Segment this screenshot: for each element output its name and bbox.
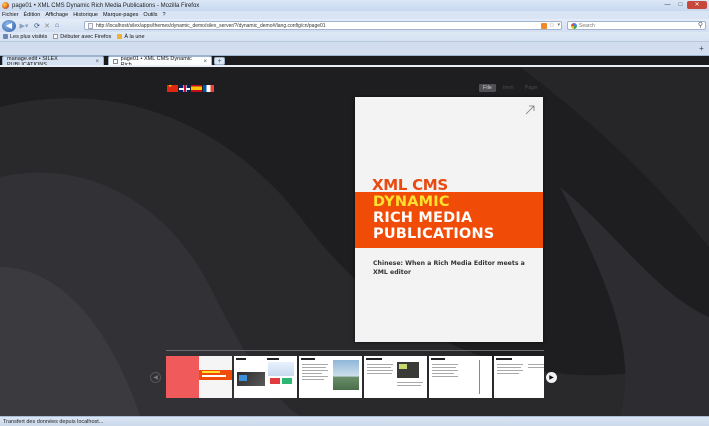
menu-history[interactable]: Historique — [73, 12, 98, 18]
thumbnail-page-04[interactable] — [364, 356, 427, 398]
view-mode-page[interactable]: Page — [521, 84, 542, 92]
tab-close-icon[interactable]: × — [95, 59, 99, 65]
back-button[interactable]: ◀ — [2, 19, 16, 32]
close-icon[interactable]: ✕ — [687, 1, 707, 9]
title-line-dynamic: DYNAMIC — [373, 194, 450, 210]
view-mode-switcher: File Item Page — [479, 84, 541, 92]
uk-flag-icon[interactable] — [179, 85, 190, 92]
menu-bookmarks[interactable]: Marque-pages — [103, 12, 138, 18]
forward-button[interactable]: ▶▾ — [16, 21, 32, 30]
window-title: page01 • XML CMS Dynamic Rich Media Publ… — [12, 2, 200, 9]
stop-icon[interactable]: ✕ — [42, 21, 52, 31]
maximize-icon[interactable]: □ — [674, 1, 687, 9]
thumbnail-cover — [199, 356, 232, 398]
bookmark-most-visited[interactable]: Les plus visités — [3, 34, 47, 40]
minimize-icon[interactable]: — — [661, 1, 674, 9]
firefox-logo-icon — [2, 2, 9, 9]
menu-edit[interactable]: Édition — [24, 12, 41, 18]
title-line-publications: PUBLICATIONS — [373, 226, 495, 242]
previous-page-button[interactable]: ◀ — [150, 372, 161, 383]
thumbnail-page-01[interactable] — [166, 356, 232, 398]
next-page-button[interactable]: ▶ — [546, 372, 557, 383]
search-input[interactable] — [579, 22, 689, 29]
thumbnail-page-03[interactable] — [299, 356, 362, 398]
thumbnail-divider — [166, 350, 544, 351]
thumbnail-page-05[interactable] — [429, 356, 492, 398]
view-mode-item[interactable]: Item — [499, 84, 518, 92]
url-text[interactable]: http://localhost/silex/apps/themes/dynam… — [96, 23, 326, 29]
tab-strip — [0, 42, 709, 56]
search-box[interactable]: ⚲ — [567, 21, 706, 30]
bookmarks-toolbar: Les plus visités Débuter avec Firefox À … — [0, 32, 709, 42]
bookmark-star-icon[interactable]: ☆ — [549, 21, 555, 29]
url-dropdown-icon[interactable]: ▾ — [557, 22, 560, 28]
search-icon[interactable]: ⚲ — [698, 21, 703, 29]
bookmark-headlines[interactable]: À la une — [117, 34, 145, 40]
new-tab-button[interactable]: + — [214, 57, 225, 65]
view-mode-file[interactable]: File — [479, 84, 496, 92]
page-icon — [88, 22, 93, 29]
window-controls: — □ ✕ — [661, 1, 707, 9]
thumbnail-page-02[interactable] — [234, 356, 297, 398]
page-subtitle: Chinese: When a Rich Media Editor meets … — [373, 260, 525, 276]
menu-bar: Fichier Édition Affichage Historique Mar… — [0, 11, 709, 19]
tab-close-icon[interactable]: × — [203, 59, 207, 65]
google-icon[interactable] — [571, 22, 577, 29]
bookmark-getting-started[interactable]: Débuter avec Firefox — [53, 34, 111, 40]
france-flag-icon[interactable] — [203, 85, 214, 92]
thumbnail-page-06[interactable] — [494, 356, 544, 398]
tab-page-icon — [113, 59, 118, 64]
reload-icon[interactable]: ⟳ — [32, 21, 42, 31]
new-tab-plus-icon[interactable]: + — [697, 44, 706, 53]
spain-flag-icon[interactable] — [191, 85, 202, 92]
status-bar: Transfert des données depuis localhost..… — [0, 416, 709, 426]
page-stage: File Item Page XML CMS DYNAMIC RICH MEDI… — [0, 67, 709, 416]
title-bar: page01 • XML CMS Dynamic Rich Media Publ… — [0, 0, 709, 11]
menu-file[interactable]: Fichier — [2, 12, 19, 18]
address-bar[interactable]: http://localhost/silex/apps/themes/dynam… — [84, 21, 562, 30]
home-icon[interactable]: ⌂ — [52, 21, 62, 31]
china-flag-icon[interactable] — [167, 85, 178, 92]
rss-feed-icon[interactable] — [541, 23, 547, 29]
language-selector — [167, 85, 214, 92]
bookmark-folder-icon — [3, 34, 8, 39]
bookmark-page-icon — [53, 34, 59, 39]
menu-tools[interactable]: Outils — [143, 12, 157, 18]
navigation-bar: ◀ ▶▾ ⟳ ✕ ⌂ http://localhost/silex/apps/t… — [0, 19, 709, 32]
thumbnail-strip — [166, 356, 544, 399]
menu-help[interactable]: ? — [162, 12, 165, 18]
status-text: Transfert des données depuis localhost..… — [3, 418, 104, 425]
expand-arrow-icon[interactable] — [525, 105, 535, 115]
menu-view[interactable]: Affichage — [45, 12, 68, 18]
publication-page[interactable]: XML CMS DYNAMIC RICH MEDIA PUBLICATIONS … — [355, 97, 543, 342]
title-line-rich-media: RICH MEDIA — [373, 210, 473, 226]
live-bookmark-icon — [117, 34, 123, 39]
